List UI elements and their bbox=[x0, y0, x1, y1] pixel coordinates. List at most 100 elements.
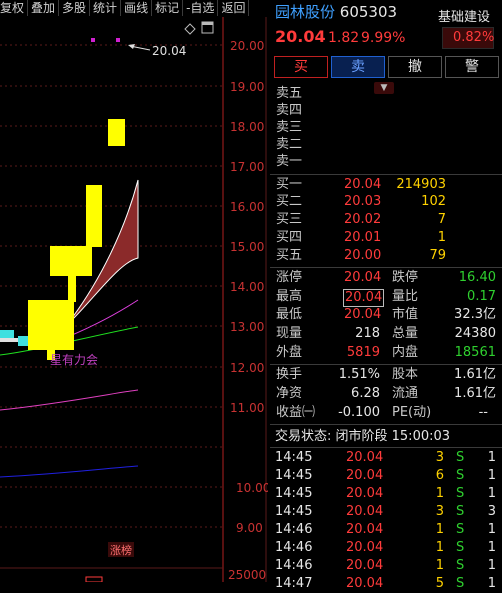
toolbar-button-fanhui[interactable]: 返回 bbox=[218, 0, 250, 16]
tick-time: 14:46 bbox=[275, 558, 313, 573]
window-icon-bar bbox=[202, 22, 213, 25]
tick-volume: 3 bbox=[435, 504, 444, 519]
tick-count: 1 bbox=[487, 468, 496, 483]
tick-count: 1 bbox=[487, 450, 496, 465]
tick-row[interactable]: 14:46 20.04 1 S 1 bbox=[270, 539, 502, 557]
diamond-icon[interactable] bbox=[184, 23, 196, 35]
ask-row-2[interactable]: 卖二 bbox=[270, 136, 502, 154]
tick-row[interactable]: 14:45 20.04 3 S 1 bbox=[270, 449, 502, 467]
tick-price: 20.04 bbox=[346, 522, 384, 537]
toolbar-button-zixuan[interactable]: -自选 bbox=[183, 0, 219, 16]
high-annotation: 20.04 bbox=[152, 44, 186, 58]
y-tick: 15.00 bbox=[230, 240, 264, 254]
tick-row[interactable]: 14:45 20.04 6 S 1 bbox=[270, 467, 502, 485]
tick-price: 20.04 bbox=[346, 540, 384, 555]
tick-time: 14:45 bbox=[275, 486, 313, 501]
candle-up bbox=[28, 300, 74, 350]
y-tick: 18.00 bbox=[230, 120, 264, 134]
tick-count: 1 bbox=[487, 486, 496, 501]
tick-row[interactable]: 14:47 20.04 5 S 1 bbox=[270, 575, 502, 593]
candle-up bbox=[68, 276, 76, 302]
buy-button[interactable]: 买 bbox=[274, 56, 328, 78]
ask-row-1[interactable]: 卖一 bbox=[270, 153, 502, 171]
tick-time: 14:46 bbox=[275, 522, 313, 537]
sell-button[interactable]: 卖 bbox=[331, 56, 385, 78]
stock-code: 605303 bbox=[339, 3, 398, 21]
advice-pct: 0.82% bbox=[453, 30, 495, 45]
signal-dot bbox=[91, 38, 95, 42]
bid-row-3[interactable]: 买三 20.02 7 bbox=[270, 211, 502, 229]
divider bbox=[270, 267, 502, 268]
gridlines bbox=[0, 44, 223, 528]
stats-row: 最高 20.04 量比 0.17 bbox=[276, 289, 496, 307]
tick-price: 20.04 bbox=[346, 468, 384, 483]
high-value: 20.04 bbox=[343, 289, 385, 307]
toolbar-button-duogu[interactable]: 多股 bbox=[59, 0, 91, 16]
toolbar-button-diejia[interactable]: 叠加 bbox=[28, 0, 60, 16]
tick-side: S bbox=[456, 486, 465, 501]
alert-button[interactable]: 警 bbox=[445, 56, 499, 78]
tick-time: 14:47 bbox=[275, 576, 313, 591]
candle-up bbox=[86, 185, 102, 247]
quote-panel: 园林股份 605303 基础建设 20.04 1.82 9.99% 0.82% … bbox=[270, 0, 502, 591]
tick-price: 20.04 bbox=[346, 558, 384, 573]
tick-time: 14:45 bbox=[275, 504, 313, 519]
ma-line-blue bbox=[0, 465, 139, 478]
y-tick: 10.00 bbox=[236, 481, 268, 495]
tick-time: 14:45 bbox=[275, 468, 313, 483]
tick-row[interactable]: 14:46 20.04 1 S 1 bbox=[270, 521, 502, 539]
cancel-button[interactable]: 撤 bbox=[388, 56, 442, 78]
bid-row-5[interactable]: 买五 20.00 79 bbox=[270, 247, 502, 265]
y-tick: 13.00 bbox=[230, 320, 264, 334]
stats-row: 外盘 5819 内盘 18561 bbox=[276, 345, 496, 360]
stock-header: 园林股份 605303 bbox=[275, 2, 397, 22]
chart-toolbar: 复权 叠加 多股 统计 画线 标记 -自选 返回 bbox=[0, 0, 268, 17]
toolbar-button-huaxian[interactable]: 画线 bbox=[121, 0, 153, 16]
tick-row[interactable]: 14:45 20.04 1 S 1 bbox=[270, 485, 502, 503]
tick-count: 1 bbox=[487, 522, 496, 537]
buy-label: 买 bbox=[294, 59, 308, 75]
tick-time: 14:45 bbox=[275, 450, 313, 465]
last-price: 20.04 bbox=[275, 27, 326, 46]
tick-time: 14:46 bbox=[275, 540, 313, 555]
y-tick: 16.00 bbox=[230, 200, 264, 214]
stats-row: 净资 6.28 流通 1.61亿 bbox=[276, 386, 496, 401]
ask-row-3[interactable]: 卖三 bbox=[270, 119, 502, 137]
advice-label[interactable]: 基础建设 bbox=[438, 6, 490, 25]
toolbar-button-biaoji[interactable]: 标记 bbox=[152, 0, 184, 16]
sell-label: 卖 bbox=[351, 59, 365, 75]
bid-row-2[interactable]: 买二 20.03 102 bbox=[270, 193, 502, 211]
y-tick: 12.00 bbox=[230, 361, 264, 375]
tick-side: S bbox=[456, 576, 465, 591]
bid-row-1[interactable]: 买一 20.04 214903 bbox=[270, 176, 502, 194]
divider bbox=[270, 424, 502, 425]
signal-dot bbox=[116, 38, 120, 42]
stats-row: 现量 218 总量 24380 bbox=[276, 326, 496, 341]
divider bbox=[270, 364, 502, 365]
ask-row-4[interactable]: 卖四 bbox=[270, 102, 502, 120]
toolbar-button-tongji[interactable]: 统计 bbox=[90, 0, 122, 16]
ask-row-5[interactable]: 卖五 bbox=[270, 85, 502, 103]
tick-row[interactable]: 14:45 20.04 3 S 3 bbox=[270, 503, 502, 521]
tick-price: 20.04 bbox=[346, 504, 384, 519]
tick-side: S bbox=[456, 450, 465, 465]
candle-wick bbox=[0, 338, 18, 342]
rank-tag[interactable]: 涨榜 bbox=[110, 543, 132, 557]
tick-row[interactable]: 14:46 20.04 1 S 1 bbox=[270, 557, 502, 575]
tick-side: S bbox=[456, 468, 465, 483]
tick-side: S bbox=[456, 522, 465, 537]
toolbar-button-fuquan[interactable]: 复权 bbox=[0, 0, 29, 16]
stats-row: 涨停 20.04 跌停 16.40 bbox=[276, 270, 496, 285]
divider bbox=[270, 174, 502, 175]
volume-tick: 25000 bbox=[228, 568, 266, 582]
tick-side: S bbox=[456, 504, 465, 519]
kline-chart[interactable]: 20.00 19.00 18.00 17.00 16.00 15.00 14.0… bbox=[0, 17, 268, 582]
tick-side: S bbox=[456, 558, 465, 573]
event-label: 星有力会 bbox=[50, 353, 98, 367]
cancel-label: 撤 bbox=[408, 59, 422, 75]
stock-name[interactable]: 园林股份 bbox=[275, 3, 335, 21]
advice-badge: 0.82% bbox=[442, 27, 494, 49]
candle-down bbox=[0, 330, 14, 338]
tick-price: 20.04 bbox=[346, 486, 384, 501]
bid-row-4[interactable]: 买四 20.01 1 bbox=[270, 229, 502, 247]
